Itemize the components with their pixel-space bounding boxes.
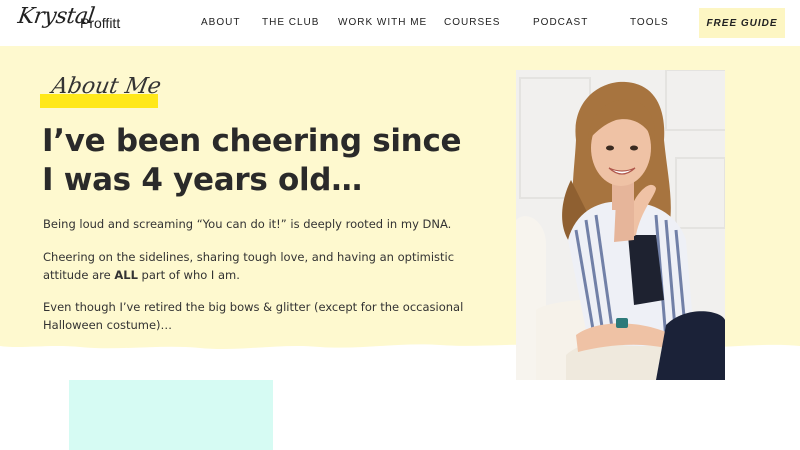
portrait-photo: [516, 70, 725, 380]
eyebrow-text: About Me: [49, 74, 163, 99]
attitude-text-start: Cheering on the sidelines, sharing tough…: [43, 250, 455, 282]
site-logo[interactable]: Krystal Proffitt: [16, 2, 138, 42]
nav-item-about[interactable]: ABOUT: [201, 17, 240, 28]
retired-paragraph: Even though I’ve retired the big bows & …: [43, 300, 464, 332]
attitude-bold: ALL: [114, 268, 138, 282]
teal-decor-block: [69, 380, 273, 450]
nav-item-work-with-me[interactable]: WORK WITH ME: [338, 17, 427, 28]
nav-item-podcast[interactable]: PODCAST: [533, 17, 588, 28]
logo-sans-text: Proffitt: [80, 15, 121, 31]
free-guide-button[interactable]: FREE GUIDE: [699, 8, 785, 38]
nav-item-tools[interactable]: TOOLS: [630, 17, 669, 28]
intro-paragraph: Being loud and screaming “You can do it!…: [43, 217, 452, 231]
about-me-eyebrow: About Me: [40, 74, 163, 114]
page-title: I’ve been cheering since I was 4 years o…: [42, 123, 462, 198]
nav-item-courses[interactable]: COURSES: [444, 17, 500, 28]
site-header: Krystal Proffitt ABOUT THE CLUB WORK WIT…: [0, 0, 800, 46]
attitude-text-end: part of who I am.: [137, 268, 240, 282]
nav-item-the-club[interactable]: THE CLUB: [262, 17, 319, 28]
attitude-paragraph: Cheering on the sidelines, sharing tough…: [43, 248, 473, 284]
